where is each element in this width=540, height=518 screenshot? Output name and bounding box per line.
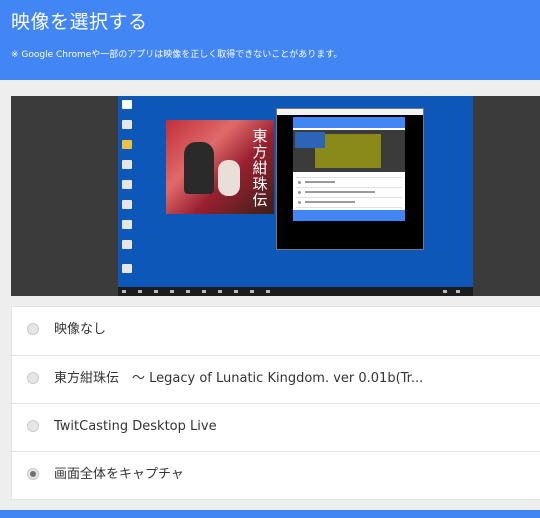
game-title-art: 東方紺珠伝 bbox=[252, 127, 268, 209]
option-twitcasting-window[interactable]: TwitCasting Desktop Live bbox=[12, 403, 540, 452]
recycle-bin-icon bbox=[122, 100, 132, 109]
radio-button[interactable] bbox=[27, 372, 39, 384]
file-icon bbox=[122, 220, 132, 229]
page-title: 映像を選択する bbox=[11, 11, 148, 33]
header: 映像を選択する ※ Google Chromeや一部のアプリは映像を正しく取得で… bbox=[0, 0, 540, 80]
dialog-thumbnail bbox=[293, 117, 405, 221]
option-label: 映像なし bbox=[54, 322, 107, 337]
option-label: 東方紺珠伝 ～ Legacy of Lunatic Kingdom. ver 0… bbox=[54, 371, 424, 386]
file-icon bbox=[122, 264, 132, 273]
twitcasting-window-thumbnail bbox=[276, 108, 424, 250]
file-icon bbox=[122, 200, 132, 209]
option-no-video[interactable]: 映像なし bbox=[12, 307, 540, 355]
footer-bar bbox=[0, 510, 540, 518]
character-figure bbox=[218, 160, 240, 196]
source-options-list: 映像なし 東方紺珠伝 ～ Legacy of Lunatic Kingdom. … bbox=[11, 306, 540, 500]
file-icon bbox=[122, 180, 132, 189]
option-game-window[interactable]: 東方紺珠伝 ～ Legacy of Lunatic Kingdom. ver 0… bbox=[12, 355, 540, 404]
radio-button[interactable] bbox=[27, 420, 39, 432]
file-icon bbox=[122, 160, 132, 169]
option-full-screen[interactable]: 画面全体をキャプチャ bbox=[12, 451, 540, 500]
desktop-screenshot: 東方紺珠伝 bbox=[118, 96, 473, 296]
notice-text: ※ Google Chromeや一部のアプリは映像を正しく取得できないことがあり… bbox=[11, 50, 343, 60]
radio-button[interactable] bbox=[27, 323, 39, 335]
taskbar bbox=[118, 287, 473, 296]
desktop-icon bbox=[122, 120, 132, 129]
file-icon bbox=[122, 240, 132, 249]
game-window-thumbnail: 東方紺珠伝 bbox=[166, 120, 274, 214]
window-titlebar bbox=[277, 109, 423, 115]
option-label: 画面全体をキャプチャ bbox=[54, 467, 184, 482]
capture-preview: 東方紺珠伝 bbox=[11, 96, 540, 296]
folder-icon bbox=[122, 140, 132, 149]
option-label: TwitCasting Desktop Live bbox=[54, 419, 217, 434]
character-figure bbox=[184, 142, 214, 194]
radio-button-selected[interactable] bbox=[27, 468, 39, 480]
